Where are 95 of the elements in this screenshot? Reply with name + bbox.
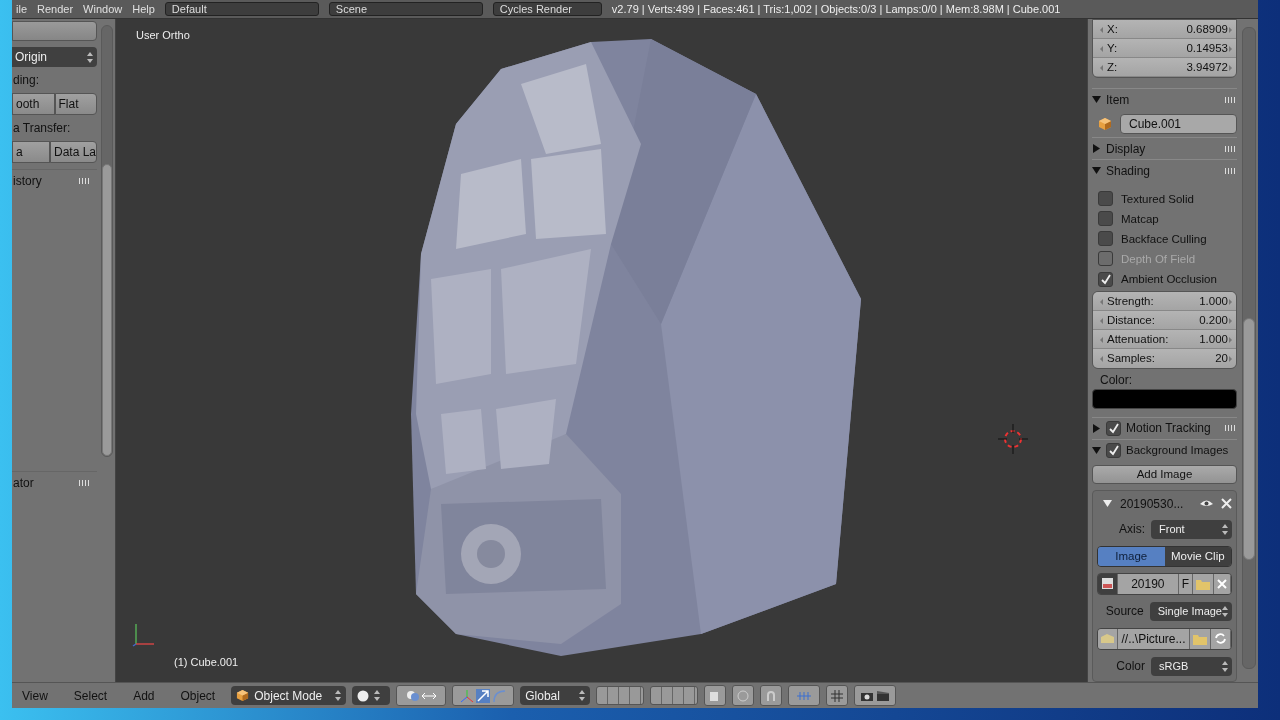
- origin-select[interactable]: Origin: [12, 47, 97, 67]
- panel-title[interactable]: ator: [13, 476, 34, 490]
- checkbox-label: Textured Solid: [1121, 192, 1194, 205]
- updown-arrows-icon: [374, 690, 381, 701]
- menu-item[interactable]: Help: [132, 3, 155, 15]
- checkbox[interactable]: [1098, 211, 1113, 227]
- object-name-field[interactable]: Cube.001: [1120, 113, 1237, 134]
- sphere-icon[interactable]: [357, 689, 370, 702]
- tool-button[interactable]: [12, 21, 97, 41]
- shading-button[interactable]: ooth: [12, 93, 55, 115]
- cube-icon: [1098, 116, 1112, 131]
- arrow-icon[interactable]: [476, 688, 491, 703]
- updown-arrows-icon: [579, 690, 586, 701]
- checkbox-label: Matcap: [1121, 212, 1159, 225]
- data-transfer-button[interactable]: a: [12, 141, 50, 163]
- image-id-field[interactable]: 20190: [1118, 574, 1179, 594]
- checkbox[interactable]: [1098, 191, 1113, 207]
- close-icon[interactable]: [1221, 498, 1232, 510]
- field-label: Axis:: [1118, 522, 1145, 537]
- panel-title[interactable]: Item: [1106, 92, 1220, 107]
- axes-icon[interactable]: [460, 688, 475, 703]
- updown-arrows-icon: [1222, 524, 1228, 535]
- source-tab[interactable]: Movie Clip: [1164, 547, 1231, 566]
- view-name: User Ortho: [136, 29, 190, 41]
- scrollbar-thumb[interactable]: [102, 164, 112, 456]
- disclosure-triangle-icon[interactable]: [1092, 144, 1101, 154]
- menu-item[interactable]: Render: [37, 3, 74, 15]
- add-image-button[interactable]: Add Image: [1092, 464, 1237, 484]
- data-transfer-button[interactable]: Data La: [49, 141, 97, 163]
- panel-title[interactable]: Motion Tracking: [1126, 421, 1220, 436]
- axis-select[interactable]: Front: [1151, 520, 1232, 539]
- checkbox[interactable]: [1098, 271, 1113, 287]
- panel-title[interactable]: istory: [13, 174, 42, 188]
- location-field[interactable]: Z: 3.94972: [1093, 58, 1236, 78]
- render-engine-select[interactable]: Cycles Render: [492, 2, 602, 16]
- updown-arrows-icon: [1222, 606, 1228, 617]
- field-label: Color: [1115, 659, 1145, 674]
- field-label: Source: [1104, 604, 1144, 619]
- magnet-icon[interactable]: [765, 689, 778, 702]
- disclosure-triangle-icon[interactable]: [1092, 166, 1101, 176]
- image-icon[interactable]: [1101, 577, 1114, 591]
- shading-button[interactable]: Flat: [54, 93, 97, 115]
- object-label: (1) Cube.001: [174, 656, 239, 668]
- menu-item[interactable]: View: [12, 688, 58, 703]
- orientation-select[interactable]: Global: [520, 686, 591, 705]
- cube-icon: [236, 689, 250, 702]
- reload-icon[interactable]: [1214, 632, 1227, 646]
- section-label: ding:: [12, 73, 41, 87]
- mode-select[interactable]: Object Mode: [231, 686, 347, 705]
- pivot-icon[interactable]: [406, 689, 421, 702]
- updown-arrows-icon: [87, 51, 93, 63]
- panel-title[interactable]: Display: [1106, 141, 1220, 156]
- menu-item[interactable]: Select: [63, 688, 118, 703]
- color-swatch[interactable]: [1092, 389, 1237, 409]
- updown-arrows-icon: [335, 690, 342, 701]
- checkbox[interactable]: [1106, 420, 1121, 436]
- grid-icon[interactable]: [831, 689, 844, 702]
- menu-item[interactable]: Object: [170, 688, 226, 703]
- panel-title[interactable]: Shading: [1106, 163, 1220, 178]
- panel-title[interactable]: Background Images: [1126, 444, 1237, 457]
- menu-item[interactable]: Add: [123, 688, 165, 703]
- location-field[interactable]: X: 0.68909: [1093, 20, 1236, 40]
- updown-arrows-icon: [1222, 661, 1228, 672]
- menu-item[interactable]: ile: [16, 3, 27, 15]
- source-select[interactable]: Single Image: [1149, 602, 1232, 621]
- 3d-cursor-icon: [998, 424, 1028, 454]
- color-space-select[interactable]: sRGB: [1151, 657, 1232, 676]
- number-field[interactable]: Distance: 0.200: [1093, 311, 1236, 331]
- screen-layout-field[interactable]: Default: [164, 2, 319, 16]
- eye-icon[interactable]: [1200, 499, 1213, 509]
- checkbox-label: Backface Culling: [1121, 232, 1207, 245]
- number-field[interactable]: Strength: 1.000: [1093, 292, 1236, 312]
- layer-buttons[interactable]: [596, 686, 645, 705]
- layer-buttons[interactable]: [650, 686, 699, 705]
- checkbox-label: Ambient Occlusion: [1121, 273, 1217, 286]
- disclosure-triangle-icon[interactable]: [1092, 423, 1101, 433]
- clapperboard-icon[interactable]: [876, 689, 891, 702]
- scrollbar-thumb[interactable]: [1243, 318, 1255, 560]
- arrows-icon[interactable]: [422, 690, 437, 701]
- disclosure-triangle-icon[interactable]: [1092, 95, 1101, 105]
- source-tab[interactable]: Image: [1098, 547, 1165, 566]
- scene-statistics: v2.79 | Verts:499 | Faces:461 | Tris:1,002 | Objects:0/3 | Lamps:0/0 | Mem:8.98M | Cube.001: [611, 3, 1061, 15]
- scene-field[interactable]: Scene: [328, 2, 483, 16]
- location-field[interactable]: Y: 0.14953: [1093, 39, 1236, 59]
- section-label: a Transfer:: [12, 121, 72, 135]
- disclosure-triangle-icon[interactable]: [1103, 500, 1112, 508]
- menu-item[interactable]: Window: [83, 3, 123, 15]
- checkbox[interactable]: [1106, 442, 1121, 458]
- file-path-field[interactable]: //..\Picture...: [1118, 629, 1190, 649]
- checkbox[interactable]: [1098, 231, 1113, 247]
- image-name: 20190530...: [1120, 497, 1185, 511]
- number-field[interactable]: Attenuation: 1.000: [1093, 330, 1236, 350]
- field-label: Color:: [1099, 373, 1133, 388]
- disclosure-triangle-icon[interactable]: [1092, 445, 1101, 455]
- number-field[interactable]: Samples: 20: [1093, 349, 1236, 369]
